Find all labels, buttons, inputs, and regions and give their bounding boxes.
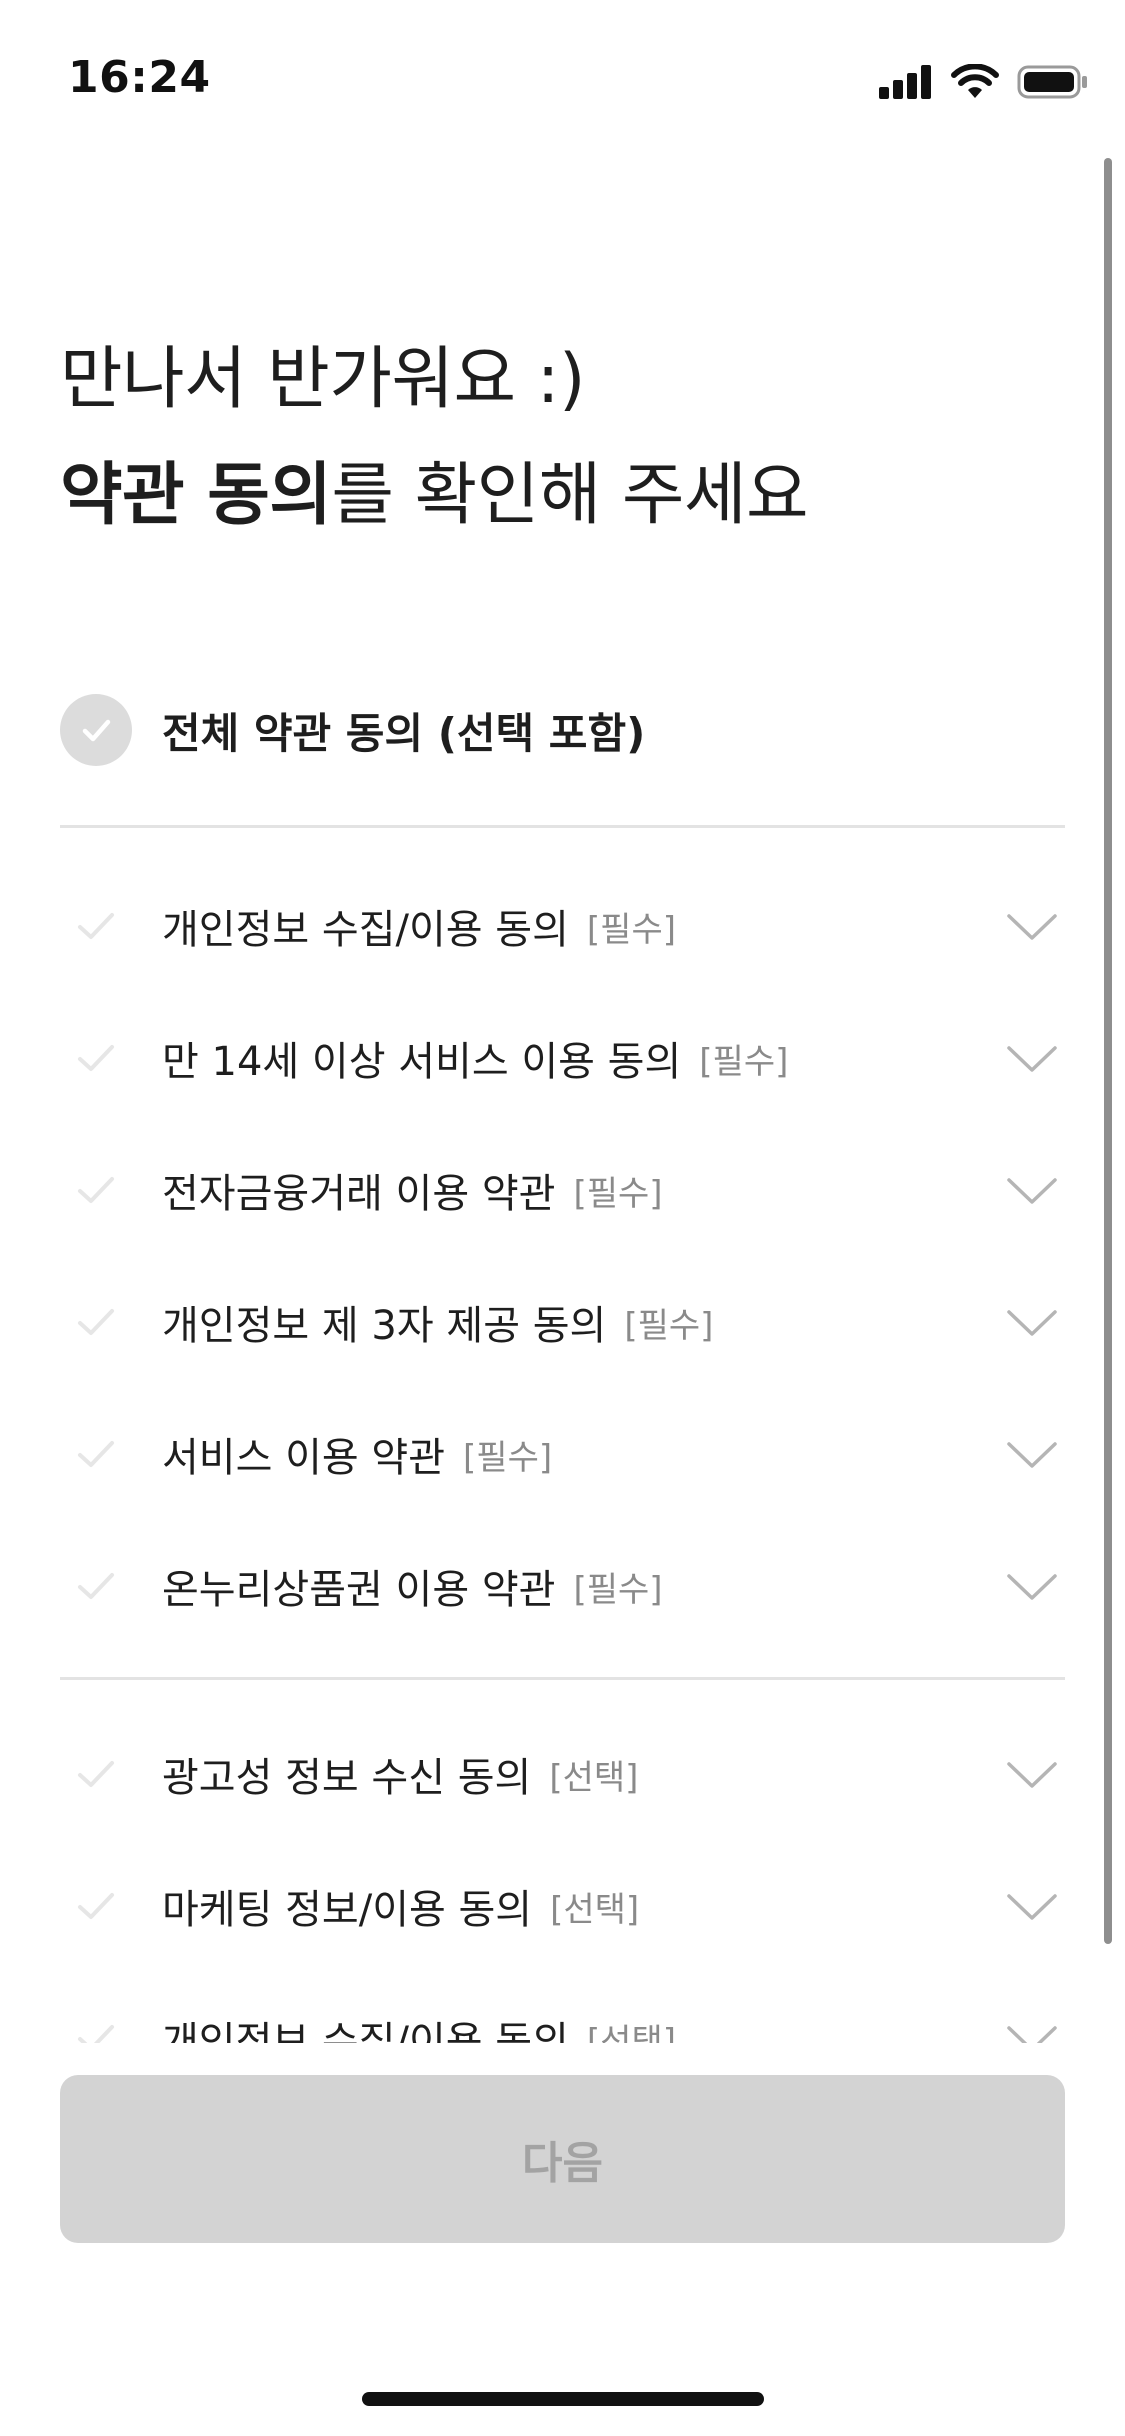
term-tag: [필수] — [586, 909, 676, 950]
term-text: 전자금융거래 이용 약관 [필수] — [162, 1124, 663, 1256]
term-text: 개인정보 수집/이용 동의 [필수] — [162, 860, 676, 992]
check-icon[interactable] — [70, 1880, 122, 1932]
chevron-down-icon[interactable] — [1003, 1880, 1061, 1932]
term-text: 개인정보 제 3자 제공 동의 [필수] — [162, 1256, 713, 1388]
chevron-down-icon[interactable] — [1003, 2012, 1061, 2043]
chevron-down-icon[interactable] — [1003, 1748, 1061, 1800]
check-circle-icon[interactable] — [60, 694, 132, 766]
cellular-signal-icon — [879, 65, 931, 99]
term-tag: [선택] — [549, 1757, 639, 1798]
term-tag: [필수] — [624, 1305, 714, 1346]
term-tag: [필수] — [699, 1041, 789, 1082]
chevron-down-icon[interactable] — [1003, 1560, 1061, 1612]
chevron-down-icon[interactable] — [1003, 900, 1061, 952]
battery-icon — [1017, 65, 1087, 99]
check-icon[interactable] — [70, 1428, 122, 1480]
term-label: 온누리상품권 이용 약관 — [162, 1567, 556, 1613]
term-text: 만 14세 이상 서비스 이용 동의 [필수] — [162, 992, 788, 1124]
term-text: 광고성 정보 수신 동의 [선택] — [162, 1708, 638, 1840]
wifi-icon — [951, 64, 999, 98]
next-button-label: 다음 — [522, 2139, 603, 2188]
term-row[interactable]: 전자금융거래 이용 약관 [필수] — [60, 1124, 1065, 1256]
term-row[interactable]: 개인정보 제 3자 제공 동의 [필수] — [60, 1256, 1065, 1388]
agree-all-label: 전체 약관 동의 (선택 포함) — [162, 708, 646, 758]
check-icon[interactable] — [70, 1164, 122, 1216]
title-line-2-rest: 를 확인해 주세요 — [331, 456, 809, 535]
term-tag: [필수] — [573, 1569, 663, 1610]
term-tag: [필수] — [573, 1173, 663, 1214]
check-icon[interactable] — [70, 2012, 122, 2043]
term-row[interactable]: 광고성 정보 수신 동의 [선택] — [60, 1708, 1065, 1840]
term-text: 서비스 이용 약관 [필수] — [162, 1388, 552, 1520]
next-button[interactable]: 다음 — [60, 2075, 1065, 2243]
check-icon[interactable] — [70, 1560, 122, 1612]
agree-all-row[interactable]: 전체 약관 동의 (선택 포함) — [60, 692, 645, 768]
term-label: 개인정보 수집/이용 동의 — [162, 907, 569, 953]
status-icons — [879, 62, 1089, 102]
status-bar: 16:24 — [0, 0, 1125, 150]
term-text: 개인정보 수집/이용 동의 [선택] — [162, 1972, 676, 2043]
term-text: 마케팅 정보/이용 동의 [선택] — [162, 1840, 639, 1972]
term-row[interactable]: 마케팅 정보/이용 동의 [선택] — [60, 1840, 1065, 1972]
term-label: 개인정보 제 3자 제공 동의 — [162, 1303, 607, 1349]
term-label: 만 14세 이상 서비스 이용 동의 — [162, 1039, 682, 1085]
title-line-2: 약관 동의를 확인해 주세요 — [60, 438, 809, 554]
divider — [60, 825, 1065, 828]
chevron-down-icon[interactable] — [1003, 1428, 1061, 1480]
check-icon[interactable] — [70, 1032, 122, 1084]
terms-list: 개인정보 수집/이용 동의 [필수] 만 14세 이상 서비스 이용 동의 [필수] 전… — [0, 830, 1125, 2043]
page-title: 만나서 반가워요 :) 약관 동의를 확인해 주세요 — [60, 322, 809, 554]
term-tag: [필수] — [463, 1437, 553, 1478]
status-time: 16:24 — [68, 52, 211, 103]
term-text: 온누리상품권 이용 약관 [필수] — [162, 1520, 663, 1652]
check-icon[interactable] — [70, 1296, 122, 1348]
home-indicator — [362, 2392, 764, 2406]
check-icon[interactable] — [70, 900, 122, 952]
term-row[interactable]: 개인정보 수집/이용 동의 [필수] — [60, 860, 1065, 992]
term-label: 마케팅 정보/이용 동의 — [162, 1887, 533, 1933]
title-line-1: 만나서 반가워요 :) — [60, 340, 586, 419]
chevron-down-icon[interactable] — [1003, 1296, 1061, 1348]
chevron-down-icon[interactable] — [1003, 1164, 1061, 1216]
term-tag: [선택] — [586, 2021, 676, 2044]
term-row[interactable]: 서비스 이용 약관 [필수] — [60, 1388, 1065, 1520]
term-row[interactable]: 만 14세 이상 서비스 이용 동의 [필수] — [60, 992, 1065, 1124]
term-label: 서비스 이용 약관 — [162, 1435, 446, 1481]
term-row[interactable]: 개인정보 수집/이용 동의 [선택] — [60, 1972, 1065, 2043]
chevron-down-icon[interactable] — [1003, 1032, 1061, 1084]
term-label: 개인정보 수집/이용 동의 — [162, 2019, 569, 2043]
check-icon[interactable] — [70, 1748, 122, 1800]
term-label: 광고성 정보 수신 동의 — [162, 1755, 532, 1801]
term-label: 전자금융거래 이용 약관 — [162, 1171, 556, 1217]
term-row[interactable]: 온누리상품권 이용 약관 [필수] — [60, 1520, 1065, 1652]
group-divider — [60, 1677, 1065, 1680]
term-tag: [선택] — [550, 1889, 640, 1930]
title-emphasis: 약관 동의 — [60, 456, 332, 535]
